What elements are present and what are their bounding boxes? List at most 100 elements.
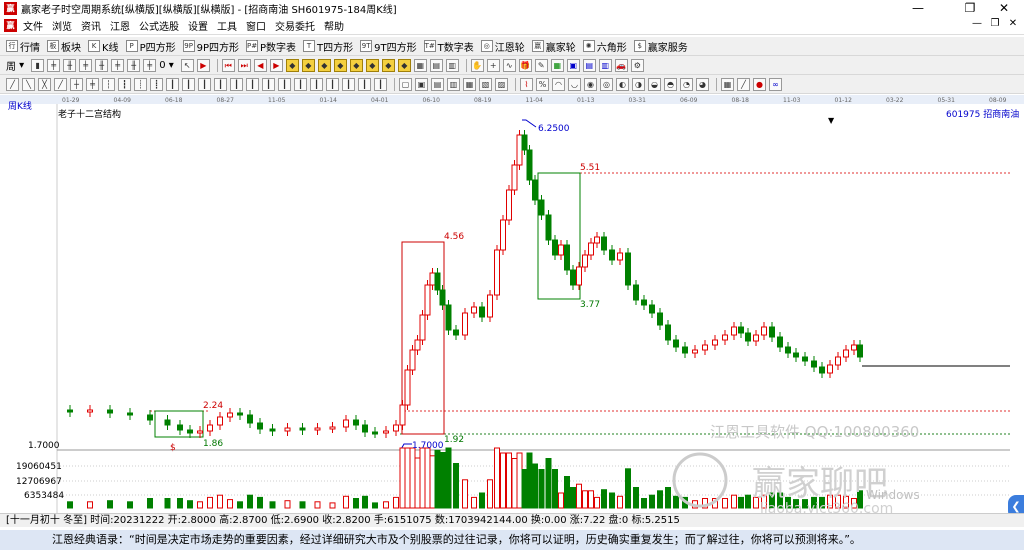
- signal-icon[interactable]: ╱: [737, 77, 750, 91]
- line-tool-icon-12[interactable]: ┃: [182, 77, 195, 91]
- arc-tool-icon-5[interactable]: ◐: [616, 77, 629, 91]
- box-tool-icon-2[interactable]: ▣: [415, 77, 428, 91]
- line-tool-icon-14[interactable]: ┃: [214, 77, 227, 91]
- line-tool-icon-23[interactable]: ┃: [358, 77, 371, 91]
- grid-icon-1[interactable]: ▦: [413, 58, 427, 72]
- 9p-square-button[interactable]: 9P 9P四方形: [182, 39, 239, 54]
- menu-help[interactable]: 帮助: [324, 18, 344, 33]
- sector-button[interactable]: 板板块: [47, 39, 81, 54]
- arc-tool-icon-8[interactable]: ◓: [664, 77, 677, 91]
- p-square-button[interactable]: P P四方形: [125, 39, 176, 54]
- menu-tools[interactable]: 工具: [217, 18, 237, 33]
- infinity-icon[interactable]: ∞: [769, 77, 782, 91]
- menu-browse[interactable]: 浏览: [52, 18, 72, 33]
- print-icon[interactable]: ▤: [582, 58, 596, 72]
- arc-tool-icon-10[interactable]: ◕: [696, 77, 709, 91]
- bar-style-icon[interactable]: ▮: [31, 58, 45, 72]
- menu-formula[interactable]: 公式选股: [139, 18, 179, 33]
- menu-window[interactable]: 窗口: [246, 18, 266, 33]
- line-tool-icon-11[interactable]: ┃: [166, 77, 179, 91]
- winner-wheel-button[interactable]: 赢赢家轮: [531, 39, 576, 54]
- line-tool-icon-6[interactable]: ╪: [86, 77, 99, 91]
- arc-tool-icon-7[interactable]: ◒: [648, 77, 661, 91]
- menu-info[interactable]: 资讯: [81, 18, 101, 33]
- diamond-icon-2[interactable]: ◆: [301, 58, 315, 72]
- diamond-icon-6[interactable]: ◆: [365, 58, 379, 72]
- box-tool-icon-5[interactable]: ▦: [463, 77, 476, 91]
- first-icon[interactable]: ⏮: [221, 58, 235, 72]
- line-tool-icon-2[interactable]: ╲: [22, 77, 35, 91]
- line-tool-icon-1[interactable]: ╱: [6, 77, 19, 91]
- t-number-table-button[interactable]: T# T数字表: [423, 39, 474, 54]
- fib-tool-icon[interactable]: ⌇: [520, 77, 533, 91]
- period-dropdown[interactable]: 周 ▾: [6, 58, 24, 73]
- winner-service-button[interactable]: $ 赢家服务: [633, 39, 688, 54]
- hand-icon[interactable]: ✋: [470, 58, 484, 72]
- export-icon[interactable]: ▥: [598, 58, 612, 72]
- arc-tool-icon-6[interactable]: ◑: [632, 77, 645, 91]
- close-button[interactable]: ✕: [984, 0, 1024, 17]
- mdi-restore-button[interactable]: ❐: [988, 18, 1002, 29]
- box-tool-icon-6[interactable]: ▧: [479, 77, 492, 91]
- candle-icon-6[interactable]: ╫: [127, 58, 141, 72]
- line-tool-icon-5[interactable]: ┼: [70, 77, 83, 91]
- line-tool-icon-4[interactable]: ╱: [54, 77, 67, 91]
- menu-file[interactable]: 文件: [23, 18, 43, 33]
- menu-settings[interactable]: 设置: [188, 18, 208, 33]
- line-tool-icon-18[interactable]: ┃: [278, 77, 291, 91]
- line-tool-icon-7[interactable]: ┆: [102, 77, 115, 91]
- p-number-table-button[interactable]: P# P数字表: [246, 39, 296, 54]
- gift-icon[interactable]: 🎁: [518, 58, 532, 72]
- globe-icon[interactable]: ●: [753, 77, 766, 91]
- diamond-icon-8[interactable]: ◆: [397, 58, 411, 72]
- line-tool-icon-24[interactable]: ┃: [374, 77, 387, 91]
- arc-tool-icon-2[interactable]: ◡: [568, 77, 581, 91]
- arc-tool-icon-9[interactable]: ◔: [680, 77, 693, 91]
- pen-icon[interactable]: ✎: [534, 58, 548, 72]
- 9t-square-button[interactable]: 9T 9T四方形: [360, 39, 417, 54]
- menu-gann[interactable]: 江恩: [110, 18, 130, 33]
- arc-tool-icon-4[interactable]: ◎: [600, 77, 613, 91]
- kline-button[interactable]: K K线: [88, 39, 119, 54]
- minimize-button[interactable]: —: [898, 0, 938, 17]
- cursor-icon[interactable]: ↖: [180, 58, 194, 72]
- line-tool-icon-16[interactable]: ┃: [246, 77, 259, 91]
- last-icon[interactable]: ⏭: [237, 58, 251, 72]
- flag-icon[interactable]: ▶: [196, 58, 210, 72]
- table-icon[interactable]: ▦: [721, 77, 734, 91]
- line-tool-icon-21[interactable]: ┃: [326, 77, 339, 91]
- line-tool-icon-17[interactable]: ┃: [262, 77, 275, 91]
- diamond-icon-3[interactable]: ◆: [317, 58, 331, 72]
- line-tool-icon-19[interactable]: ┃: [294, 77, 307, 91]
- box-tool-icon-7[interactable]: ▨: [495, 77, 508, 91]
- mdi-close-button[interactable]: ✕: [1006, 18, 1020, 29]
- diamond-icon-4[interactable]: ◆: [333, 58, 347, 72]
- candle-icon-1[interactable]: ╪: [47, 58, 61, 72]
- line-tool-icon-13[interactable]: ┃: [198, 77, 211, 91]
- box-tool-icon-1[interactable]: ▢: [399, 77, 412, 91]
- line-tool-icon-22[interactable]: ┃: [342, 77, 355, 91]
- kline-chart[interactable]: 01-29 04-09 06-18 08-27 11-05 01-14 04-01 06-10…: [0, 95, 1024, 519]
- percent-icon[interactable]: %: [536, 77, 549, 91]
- line-tool-icon-20[interactable]: ┃: [310, 77, 323, 91]
- prev-icon[interactable]: ◀: [253, 58, 267, 72]
- zero-dropdown[interactable]: 0 ▾: [159, 60, 174, 71]
- diamond-icon-7[interactable]: ◆: [381, 58, 395, 72]
- grid-icon-2[interactable]: ▤: [429, 58, 443, 72]
- settings-icon[interactable]: ⚙: [630, 58, 644, 72]
- quotes-button[interactable]: 行行情: [6, 39, 40, 54]
- line-tool-icon-15[interactable]: ┃: [230, 77, 243, 91]
- arc-tool-icon-1[interactable]: ◠: [552, 77, 565, 91]
- candle-icon-2[interactable]: ╫: [63, 58, 77, 72]
- gann-wheel-button[interactable]: ◎ 江恩轮: [480, 39, 525, 54]
- line-tool-icon-10[interactable]: ┋: [150, 77, 163, 91]
- candle-icon-3[interactable]: ╪: [79, 58, 93, 72]
- next-icon[interactable]: ▶: [269, 58, 283, 72]
- mdi-minimize-button[interactable]: —: [970, 18, 984, 29]
- hexagon-button[interactable]: ✺ 六角形: [582, 39, 627, 54]
- line-tool-icon-9[interactable]: ┊: [134, 77, 147, 91]
- dropdown-arrow-icon[interactable]: ▼: [828, 116, 835, 125]
- candle-icon-7[interactable]: ╪: [143, 58, 157, 72]
- line-tool-icon-3[interactable]: ╳: [38, 77, 51, 91]
- box-tool-icon-3[interactable]: ▤: [431, 77, 444, 91]
